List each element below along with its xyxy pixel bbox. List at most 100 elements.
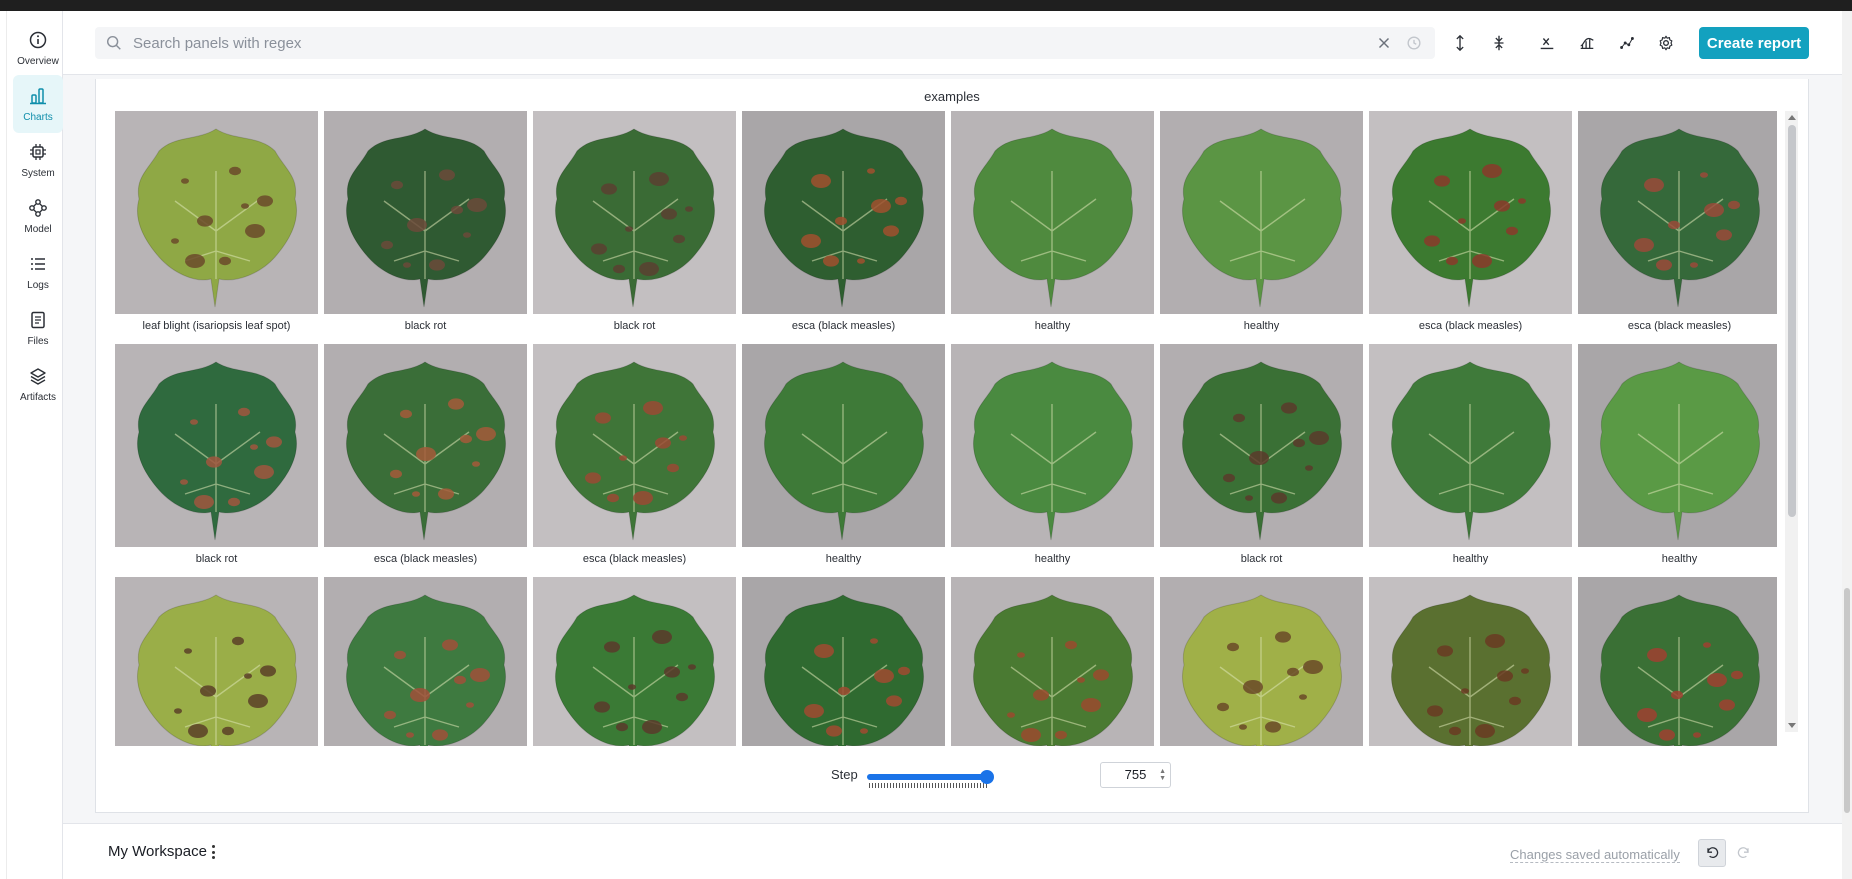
page-scrollbar-thumb[interactable] xyxy=(1844,588,1850,813)
page-scrollbar[interactable] xyxy=(1842,11,1852,879)
x-axis-settings-button[interactable] xyxy=(1535,31,1559,55)
stepper-icon[interactable]: ▲ ▼ xyxy=(1159,768,1166,782)
image-tile[interactable]: esca (black measles) xyxy=(324,344,527,576)
sidebar-item-label: System xyxy=(21,167,55,179)
sidebar-item-charts[interactable]: Charts xyxy=(13,75,63,133)
image-tile[interactable]: healthy xyxy=(951,344,1154,576)
image-tile[interactable] xyxy=(533,577,736,746)
leaf-image[interactable] xyxy=(1160,577,1363,746)
image-tile[interactable]: esca (black measles) xyxy=(742,111,945,343)
workspace-menu-icon[interactable] xyxy=(207,843,219,861)
expand-vertical-icon xyxy=(1456,34,1464,52)
image-tile[interactable]: esca (black measles) xyxy=(1369,111,1572,343)
scroll-down-icon[interactable] xyxy=(1788,723,1796,728)
leaf-image[interactable] xyxy=(115,577,318,746)
leaf-image[interactable] xyxy=(115,344,318,547)
sidebar-item-label: Overview xyxy=(17,55,59,67)
sidebar-item-label: Logs xyxy=(27,279,49,291)
workspace-header: Create report xyxy=(63,11,1852,75)
leaf-image[interactable] xyxy=(1369,344,1572,547)
leaf-image[interactable] xyxy=(533,344,736,547)
sidebar-item-label: Charts xyxy=(23,111,53,123)
sidebar-item-system[interactable]: System xyxy=(13,131,63,189)
workspace-title[interactable]: My Workspace xyxy=(108,843,207,860)
image-tile[interactable] xyxy=(742,577,945,746)
leaf-image[interactable] xyxy=(1578,344,1777,547)
grid-scrollbar[interactable] xyxy=(1785,111,1798,732)
redo-icon xyxy=(1737,847,1749,859)
image-tile[interactable] xyxy=(1160,577,1363,746)
slider-knob[interactable] xyxy=(980,770,994,784)
sidebar: Overview Charts System Model Logs Files … xyxy=(7,11,63,879)
leaf-image[interactable] xyxy=(1369,111,1572,314)
sidebar-item-model[interactable]: Model xyxy=(13,187,63,245)
image-tile[interactable]: black rot xyxy=(324,111,527,343)
scroll-up-icon[interactable] xyxy=(1788,115,1796,120)
image-tile[interactable] xyxy=(951,577,1154,746)
image-tile[interactable]: leaf blight (isariopsis leaf spot) xyxy=(115,111,318,343)
image-tile[interactable]: healthy xyxy=(951,111,1154,343)
sidebar-item-label: Files xyxy=(27,335,49,347)
create-report-button[interactable]: Create report xyxy=(1699,27,1809,59)
search-input[interactable] xyxy=(123,34,1375,52)
image-caption: healthy xyxy=(1243,320,1280,332)
image-tile[interactable] xyxy=(1369,577,1572,746)
leaf-image[interactable] xyxy=(1160,344,1363,547)
scatter-icon xyxy=(1620,37,1634,49)
undo-icon xyxy=(1707,847,1719,859)
undo-button[interactable] xyxy=(1698,839,1726,867)
image-caption: healthy xyxy=(1034,553,1071,565)
collapse-all-button[interactable] xyxy=(1487,31,1511,55)
leaf-image[interactable] xyxy=(951,344,1154,547)
leaf-image[interactable] xyxy=(951,577,1154,746)
image-tile[interactable]: black rot xyxy=(533,111,736,343)
image-tile[interactable]: esca (black measles) xyxy=(1578,111,1777,343)
network-icon xyxy=(29,198,47,217)
sidebar-item-overview[interactable]: Overview xyxy=(13,19,63,77)
layers-icon xyxy=(30,367,46,385)
expand-all-button[interactable] xyxy=(1448,31,1472,55)
sidebar-item-logs[interactable]: Logs xyxy=(13,243,63,301)
image-tile[interactable] xyxy=(115,577,318,746)
image-tile[interactable]: esca (black measles) xyxy=(533,344,736,576)
left-edge-strip xyxy=(0,11,7,879)
image-tile[interactable]: healthy xyxy=(1578,344,1777,576)
leaf-image[interactable] xyxy=(533,577,736,746)
leaf-image[interactable] xyxy=(1578,577,1777,746)
history-icon[interactable] xyxy=(1405,34,1423,52)
leaf-image[interactable] xyxy=(951,111,1154,314)
leaf-image[interactable] xyxy=(324,344,527,547)
leaf-image[interactable] xyxy=(324,111,527,314)
leaf-image[interactable] xyxy=(115,111,318,314)
leaf-image[interactable] xyxy=(1160,111,1363,314)
leaf-image[interactable] xyxy=(533,111,736,314)
clear-search-icon[interactable] xyxy=(1375,34,1393,52)
image-caption: healthy xyxy=(1452,553,1489,565)
leaf-image[interactable] xyxy=(742,111,945,314)
step-input[interactable]: 755 ▲ ▼ xyxy=(1100,762,1171,788)
step-slider[interactable] xyxy=(865,770,995,788)
image-tile[interactable]: healthy xyxy=(1160,111,1363,343)
leaf-image[interactable] xyxy=(324,577,527,746)
sidebar-item-artifacts[interactable]: Artifacts xyxy=(13,355,63,413)
redo-button[interactable] xyxy=(1730,839,1758,867)
image-tile[interactable]: healthy xyxy=(1369,344,1572,576)
leaf-image[interactable] xyxy=(1578,111,1777,314)
image-caption: healthy xyxy=(1661,553,1698,565)
image-tile[interactable] xyxy=(324,577,527,746)
image-tile[interactable] xyxy=(1578,577,1777,746)
image-tile[interactable]: black rot xyxy=(115,344,318,576)
outliers-button[interactable] xyxy=(1615,31,1639,55)
gear-icon xyxy=(1659,35,1673,51)
image-caption: esca (black measles) xyxy=(582,553,687,565)
step-value: 755 xyxy=(1124,767,1147,782)
leaf-image[interactable] xyxy=(742,344,945,547)
settings-button[interactable] xyxy=(1654,31,1678,55)
smoothing-button[interactable] xyxy=(1575,31,1599,55)
image-tile[interactable]: healthy xyxy=(742,344,945,576)
leaf-image[interactable] xyxy=(1369,577,1572,746)
leaf-image[interactable] xyxy=(742,577,945,746)
sidebar-item-files[interactable]: Files xyxy=(13,299,63,357)
scrollbar-thumb[interactable] xyxy=(1788,125,1796,517)
image-tile[interactable]: black rot xyxy=(1160,344,1363,576)
